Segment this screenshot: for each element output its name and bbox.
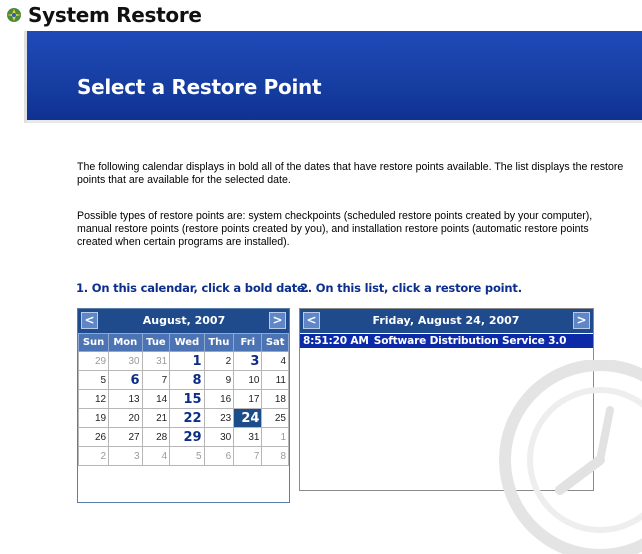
calendar-day[interactable]: 26 [77, 427, 110, 447]
calendar-prev-month-button[interactable]: < [81, 312, 98, 329]
header-banner: Select a Restore Point [24, 31, 642, 123]
banner-edge [24, 31, 27, 123]
calendar-week-row: 12 13 14 15 16 17 18 [77, 389, 289, 409]
calendar-weekday-row: Sun Mon Tue Wed Thu Fri Sat [77, 333, 289, 352]
calendar-week-row: 19 20 21 22 23 24 25 [77, 408, 289, 428]
calendar-day[interactable]: 31 [141, 351, 171, 371]
restore-list-prev-day-button[interactable]: < [303, 312, 320, 329]
weekday-header: Tue [141, 333, 171, 352]
calendar-day[interactable]: 1 [169, 351, 205, 371]
calendar-week-row: 29 30 31 1 2 3 4 [77, 351, 289, 371]
calendar-day[interactable]: 6 [203, 446, 235, 466]
calendar-day[interactable]: 20 [108, 408, 143, 428]
calendar-day[interactable]: 4 [141, 446, 171, 466]
calendar-day[interactable]: 7 [233, 446, 263, 466]
weekday-header: Sun [77, 333, 110, 352]
restore-point-item[interactable]: 8:51:20 AM Software Distribution Service … [300, 334, 593, 348]
weekday-header: Sat [261, 333, 289, 352]
intro-paragraph-2: Possible types of restore points are: sy… [77, 210, 593, 248]
calendar-day[interactable]: 5 [77, 370, 110, 390]
weekday-header: Wed [169, 333, 205, 352]
calendar-day[interactable]: 22 [169, 408, 205, 428]
calendar-day[interactable]: 14 [141, 389, 171, 409]
weekday-header: Thu [203, 333, 235, 352]
calendar-days: 29 30 31 1 2 3 4 5 6 7 8 9 10 11 12 13 14 15 16 17 18 19 20 21 2… [77, 351, 289, 466]
calendar-week-row: 5 6 7 8 9 10 11 [77, 370, 289, 390]
calendar-day[interactable]: 4 [261, 351, 289, 371]
calendar-week-row: 2345678 [77, 446, 289, 466]
calendar-day-selected[interactable]: 24 [233, 408, 263, 428]
calendar-day[interactable]: 30 [203, 427, 235, 447]
calendar-day[interactable]: 18 [261, 389, 289, 409]
calendar-day[interactable]: 2 [77, 446, 110, 466]
restore-list-next-day-button[interactable]: > [573, 312, 590, 329]
calendar-day[interactable]: 21 [141, 408, 171, 428]
weekday-header: Fri [233, 333, 263, 352]
calendar-day[interactable]: 15 [169, 389, 205, 409]
calendar-day[interactable]: 10 [233, 370, 263, 390]
calendar-day[interactable]: 30 [108, 351, 143, 371]
calendar-day[interactable]: 25 [261, 408, 289, 428]
step-1-label: 1. On this calendar, click a bold date. [76, 281, 309, 295]
clock-watermark-icon [499, 360, 642, 554]
calendar-week-row: 26 27 28 29 30 31 1 [77, 427, 289, 447]
intro-paragraph-1: The following calendar displays in bold … [77, 161, 624, 186]
calendar-day[interactable]: 5 [169, 446, 205, 466]
calendar-day[interactable]: 11 [261, 370, 289, 390]
calendar-day[interactable]: 16 [203, 389, 235, 409]
calendar-day[interactable]: 29 [77, 351, 110, 371]
calendar-day[interactable]: 19 [77, 408, 110, 428]
restore-point-description: Software Distribution Service 3.0 [373, 335, 567, 347]
page-title: Select a Restore Point [77, 75, 322, 99]
calendar-day[interactable]: 8 [169, 370, 205, 390]
calendar-day[interactable]: 31 [233, 427, 263, 447]
calendar-day[interactable]: 3 [108, 446, 143, 466]
calendar-day[interactable]: 8 [261, 446, 289, 466]
restore-list-header: < Friday, August 24, 2007 > [300, 309, 593, 333]
calendar-day[interactable]: 9 [203, 370, 235, 390]
window-title: System Restore [28, 3, 202, 27]
system-restore-icon [7, 8, 21, 22]
calendar-day[interactable]: 2 [203, 351, 235, 371]
calendar-day[interactable]: 23 [203, 408, 235, 428]
restore-point-time: 8:51:20 AM [303, 335, 369, 347]
step-2-label: 2. On this list, click a restore point. [300, 281, 522, 295]
calendar-month-label: August, 2007 [142, 314, 226, 327]
calendar-day[interactable]: 17 [233, 389, 263, 409]
calendar-day[interactable]: 12 [77, 389, 110, 409]
calendar-day[interactable]: 28 [141, 427, 171, 447]
calendar-grid: Sun Mon Tue Wed Thu Fri Sat 29 30 31 1 2 3 4 5 6… [77, 333, 289, 466]
calendar-day[interactable]: 13 [108, 389, 143, 409]
window-titlebar: System Restore [0, 0, 642, 30]
calendar-next-month-button[interactable]: > [269, 312, 286, 329]
restore-list-date-label: Friday, August 24, 2007 [372, 314, 520, 327]
calendar-header: < August, 2007 > [78, 309, 289, 333]
weekday-header: Mon [108, 333, 143, 352]
calendar-day[interactable]: 27 [108, 427, 143, 447]
calendar-day[interactable]: 7 [141, 370, 171, 390]
calendar-day[interactable]: 1 [261, 427, 289, 447]
calendar-day[interactable]: 3 [233, 351, 263, 371]
calendar: < August, 2007 > Sun Mon Tue Wed Thu Fri… [77, 308, 290, 503]
calendar-day[interactable]: 29 [169, 427, 205, 447]
calendar-day[interactable]: 6 [108, 370, 143, 390]
